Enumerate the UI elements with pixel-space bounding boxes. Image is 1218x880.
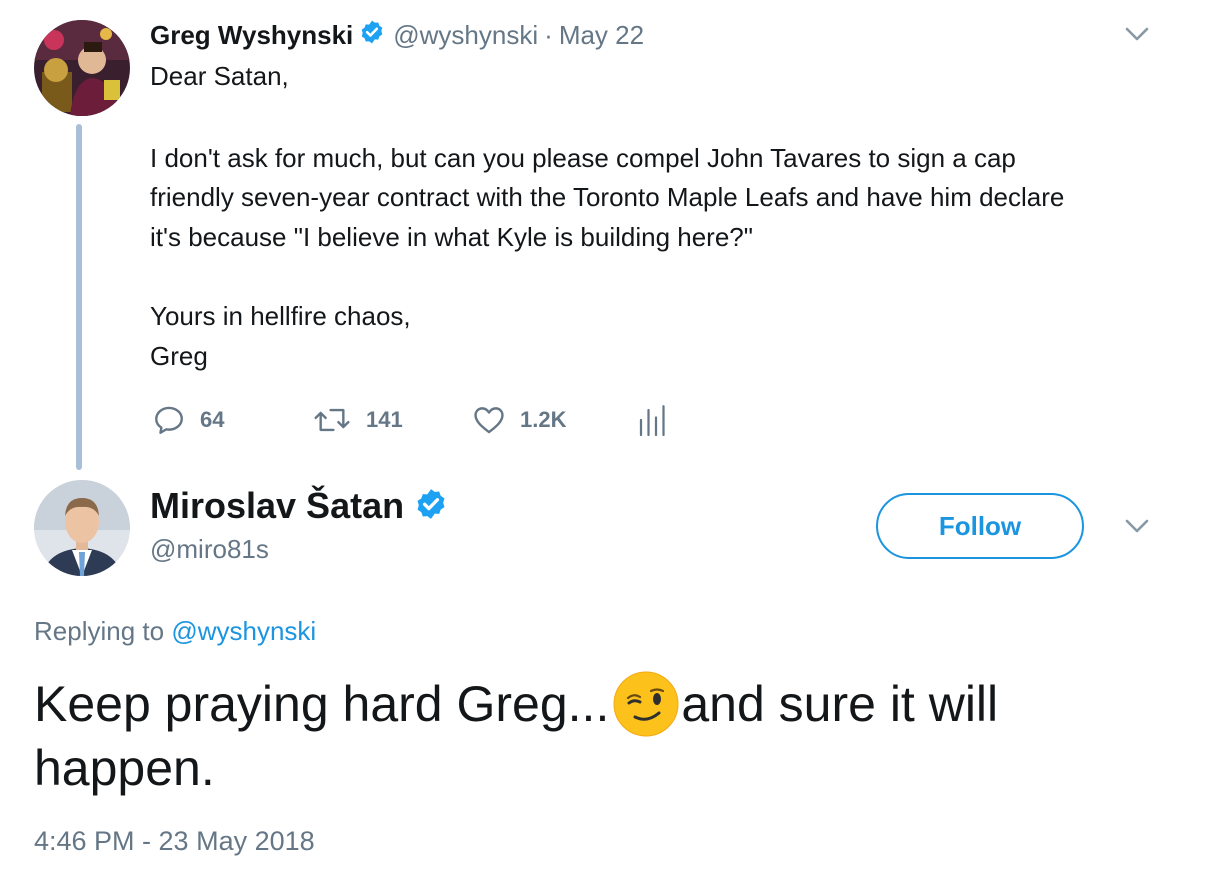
tweet-text-line: I don't ask for much, but can you please… <box>150 143 1016 173</box>
reply-text-part: and sure it will <box>681 676 999 732</box>
reply-button[interactable]: 64 <box>152 400 224 440</box>
follow-button[interactable]: Follow <box>876 493 1084 559</box>
reply-count: 64 <box>200 407 225 432</box>
analytics-button[interactable] <box>636 400 666 440</box>
replying-to-handle-link[interactable]: @wyshynski <box>171 616 316 646</box>
heart-icon <box>474 407 504 434</box>
winking-face-emoji-icon <box>613 671 679 737</box>
reply-icon <box>155 406 183 434</box>
reply-text-part: Keep praying hard Greg... <box>34 676 610 732</box>
tweet-date[interactable]: May 22 <box>559 20 644 51</box>
chevron-down-icon[interactable] <box>1124 24 1150 49</box>
avatar-miroslav[interactable] <box>34 480 130 576</box>
tweet-text-line: friendly seven-year contract with the To… <box>150 182 1065 212</box>
chevron-down-icon[interactable] <box>1124 516 1150 541</box>
analytics-icon <box>639 405 665 437</box>
reply-tweet-text: Keep praying hard Greg... and sure it wi… <box>34 671 1174 800</box>
like-count: 1.2K <box>520 407 567 432</box>
reply-author-handle[interactable]: @miro81s <box>150 534 269 565</box>
tweet-text-line: Dear Satan, <box>150 61 289 91</box>
tweet-text-line: it's because "I believe in what Kyle is … <box>150 222 753 252</box>
verified-badge-icon <box>414 487 448 526</box>
reply-text-line2: happen. <box>34 740 215 796</box>
replying-to: Replying to @wyshynski <box>34 616 316 647</box>
tweet-text-line: Greg <box>150 341 208 371</box>
retweet-count: 141 <box>366 407 403 432</box>
reply-timestamp[interactable]: 4:46 PM - 23 May 2018 <box>34 826 315 857</box>
thread-line <box>76 124 82 470</box>
reply-author-row: Miroslav Šatan <box>150 484 448 528</box>
like-button[interactable]: 1.2K <box>472 400 566 440</box>
author-handle[interactable]: @wyshynski <box>393 20 538 51</box>
retweet-button[interactable]: 141 <box>312 400 403 440</box>
separator-dot: · <box>544 19 553 50</box>
parent-tweet-header: Greg Wyshynski @wyshynski · May 22 <box>150 18 644 52</box>
verified-badge-icon <box>359 19 385 52</box>
reply-author-name[interactable]: Miroslav Šatan <box>150 485 404 527</box>
replying-to-label: Replying to <box>34 616 165 646</box>
retweet-icon <box>314 408 350 432</box>
author-name[interactable]: Greg Wyshynski <box>150 20 353 51</box>
avatar-greg[interactable] <box>34 20 130 116</box>
tweet-text-line: Yours in hellfire chaos, <box>150 301 411 331</box>
